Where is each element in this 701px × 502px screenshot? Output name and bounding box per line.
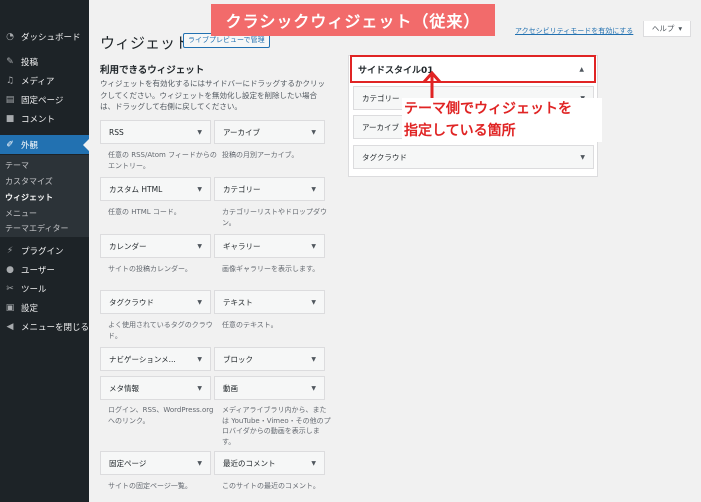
arrow-down-icon: ▼: [311, 242, 316, 250]
menu-users[interactable]: ● ユーザー: [0, 260, 89, 279]
menu-comments[interactable]: ■ コメント: [0, 109, 89, 128]
annotation-line-2: 指定している箇所: [404, 123, 516, 139]
arrow-up-icon: ▲: [579, 65, 584, 73]
widget-text[interactable]: テキスト ▼: [214, 290, 325, 314]
page-title: ウィジェット: [100, 34, 191, 52]
arrow-down-icon: ▼: [197, 459, 202, 467]
submenu-theme-editor[interactable]: テーマエディター: [5, 223, 68, 234]
widget-description: 任意の RSS/Atom フィードからのエントリー。: [108, 151, 217, 170]
appearance-submenu: テーマ カスタマイズ ウィジェット メニュー テーマエディター: [0, 155, 89, 237]
menu-collapse[interactable]: ◀ メニューを閉じる: [0, 317, 89, 336]
widget-description: メディアライブラリ内から、または YouTube・Vimeo・その他のプロバイダ…: [222, 406, 331, 446]
widget-meta[interactable]: メタ情報 ▼: [100, 376, 211, 400]
widget-description: 任意の HTML コード。: [108, 208, 181, 216]
pin-icon: ✎: [6, 56, 14, 67]
widget-calendar[interactable]: カレンダー ▼: [100, 234, 211, 258]
menu-settings[interactable]: ▣ 設定: [0, 298, 89, 317]
widget-tag-cloud[interactable]: タグクラウド ▼: [100, 290, 211, 314]
arrow-down-icon: ▼: [197, 128, 202, 136]
submenu-themes[interactable]: テーマ: [5, 160, 29, 171]
widget-custom-html[interactable]: カスタム HTML ▼: [100, 177, 211, 201]
widget-description: 画像ギャラリーを表示します。: [222, 265, 320, 273]
annotation-line-1: テーマ側でウィジェットを: [404, 101, 572, 117]
arrow-down-icon: ▼: [311, 185, 316, 193]
menu-media[interactable]: ♫ メディア: [0, 71, 89, 90]
available-widgets-description: ウィジェットを有効化するにはサイドバーにドラッグするかクリックしてください。ウィ…: [100, 79, 325, 111]
paintbrush-icon: ✐: [6, 139, 14, 150]
help-button[interactable]: ヘルプ ▾: [643, 21, 691, 37]
arrow-down-icon: ▼: [197, 185, 202, 193]
available-widgets-heading: 利用できるウィジェット: [100, 65, 205, 76]
widget-recent-comments[interactable]: 最近のコメント ▼: [214, 451, 325, 475]
media-icon: ♫: [5, 75, 15, 86]
wrench-icon: ✂: [6, 283, 14, 294]
widget-description: 任意のテキスト。: [222, 321, 278, 329]
arrow-down-icon: ▼: [311, 384, 316, 392]
widget-archives[interactable]: アーカイブ ▼: [214, 120, 325, 144]
menu-pages[interactable]: ▤ 固定ページ: [0, 90, 89, 109]
plugin-icon: ⚡: [6, 245, 14, 256]
widget-gallery[interactable]: ギャラリー ▼: [214, 234, 325, 258]
arrow-down-icon: ▼: [197, 384, 202, 392]
arrow-down-icon: ▼: [197, 355, 202, 363]
arrow-down-icon: ▼: [311, 459, 316, 467]
widget-block[interactable]: ブロック ▼: [214, 347, 325, 371]
annotation-text: テーマ側でウィジェットを 指定している箇所: [402, 98, 602, 142]
widget-description: サイトの投稿カレンダー。: [108, 265, 192, 273]
sidebar-widget-tag-cloud[interactable]: タグクラウド ▼: [353, 145, 594, 169]
widget-categories[interactable]: カテゴリー ▼: [214, 177, 325, 201]
settings-icon: ▣: [5, 302, 15, 313]
menu-posts[interactable]: ✎ 投稿: [0, 52, 89, 71]
page-icon: ▤: [5, 94, 15, 105]
menu-appearance[interactable]: ✐ 外観: [0, 135, 89, 154]
widget-navigation-menu[interactable]: ナビゲーションメ... ▼: [100, 347, 211, 371]
menu-tools[interactable]: ✂ ツール: [0, 279, 89, 298]
widget-description: ログイン、RSS、WordPress.org へのリンク。: [108, 406, 214, 425]
menu-dashboard[interactable]: ◔ ダッシュボード: [0, 27, 89, 46]
chevron-down-icon: ▾: [678, 24, 683, 33]
arrow-down-icon: ▼: [197, 298, 202, 306]
admin-sidebar: ◔ ダッシュボード ✎ 投稿 ♫ メディア ▤ 固定ページ ■ コメント ✐ 外…: [0, 0, 89, 502]
title-banner: クラシックウィジェット（従来）: [211, 4, 495, 36]
widget-description: よく使用されているタグのクラウド。: [108, 321, 213, 340]
menu-plugins[interactable]: ⚡ プラグイン: [0, 241, 89, 260]
user-icon: ●: [6, 264, 14, 275]
submenu-customize[interactable]: カスタマイズ: [5, 176, 53, 187]
annotation-up-arrow-icon: [422, 70, 442, 98]
arrow-down-icon: ▼: [311, 128, 316, 136]
widget-video[interactable]: 動画 ▼: [214, 376, 325, 400]
submenu-widgets[interactable]: ウィジェット: [5, 192, 53, 203]
widget-description: 投稿の月別アーカイブ。: [222, 151, 299, 159]
arrow-down-icon: ▼: [311, 298, 316, 306]
sidebar-area-header[interactable]: サイドスタイル01 ▲: [350, 55, 596, 83]
widget-description: このサイトの最近のコメント。: [222, 482, 320, 490]
dashboard-icon: ◔: [6, 31, 14, 42]
arrow-down-icon: ▼: [580, 153, 585, 161]
comment-icon: ■: [5, 113, 15, 124]
accessibility-mode-link[interactable]: アクセシビリティモードを有効にする: [515, 26, 633, 36]
widget-description: サイトの固定ページ一覧。: [108, 482, 192, 490]
collapse-icon: ◀: [6, 321, 14, 332]
arrow-down-icon: ▼: [311, 355, 316, 363]
widget-pages[interactable]: 固定ページ ▼: [100, 451, 211, 475]
widget-description: カテゴリーリストやドロップダウン。: [222, 208, 327, 227]
arrow-down-icon: ▼: [197, 242, 202, 250]
widget-rss[interactable]: RSS ▼: [100, 120, 211, 144]
submenu-menus[interactable]: メニュー: [5, 208, 37, 219]
